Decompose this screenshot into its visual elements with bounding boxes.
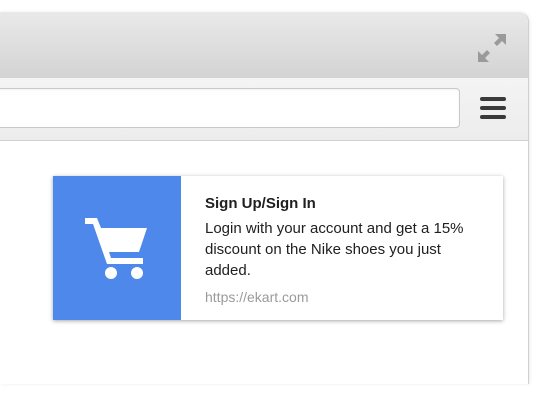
shopping-cart-icon xyxy=(85,218,147,279)
notification-message: Login with your account and get a 15% di… xyxy=(205,220,464,279)
browser-toolbar xyxy=(0,78,528,141)
page-content: Sign Up/Sign In Login with your account … xyxy=(0,141,528,384)
notification-body: Sign Up/Sign In Login with your account … xyxy=(205,194,489,307)
address-bar[interactable] xyxy=(0,88,460,128)
expand-icon[interactable] xyxy=(476,32,508,64)
notification-url: https://ekart.com xyxy=(205,289,309,305)
title-bar xyxy=(0,12,528,79)
notification-title: Sign Up/Sign In xyxy=(205,195,316,212)
browser-window: Sign Up/Sign In Login with your account … xyxy=(0,12,529,384)
hamburger-menu-icon[interactable] xyxy=(480,96,506,120)
screenshot-stage: Sign Up/Sign In Login with your account … xyxy=(0,0,544,399)
notification-card[interactable]: Sign Up/Sign In Login with your account … xyxy=(53,176,503,320)
notification-icon-panel xyxy=(53,176,181,320)
